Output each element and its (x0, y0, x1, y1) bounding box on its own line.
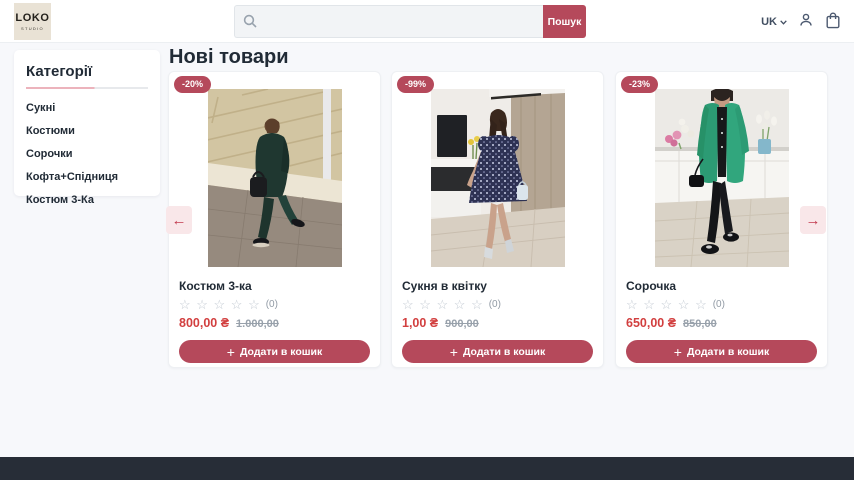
product-name[interactable]: Костюм 3-ка (179, 279, 370, 293)
product-photo-suit[interactable] (208, 89, 342, 267)
current-price: 800,00 ₴ (179, 316, 229, 330)
language-selector[interactable]: UK (761, 16, 787, 28)
store-logo[interactable]: LOKO STUDIO (14, 3, 51, 40)
discount-badge: -99% (397, 76, 434, 93)
header: LOKO STUDIO Пошук UK (0, 0, 854, 43)
user-icon (798, 12, 814, 31)
logo-title: LOKO (15, 13, 49, 24)
search-input[interactable] (234, 5, 543, 38)
categories-sidebar: Категорії Сукні Костюми Сорочки Кофта+Сп… (14, 50, 160, 196)
add-to-cart-button[interactable]: + Додати в кошик (402, 340, 593, 363)
add-to-cart-button[interactable]: + Додати в кошик (179, 340, 370, 363)
old-price: 1.000,00 (236, 318, 279, 330)
add-to-cart-label: Додати в кошик (687, 346, 769, 358)
product-photo-shirt[interactable] (655, 89, 789, 267)
product-rating: ☆ ☆ ☆ ☆ ☆ (0) (179, 298, 370, 311)
arrow-left-icon: ← (172, 213, 187, 228)
old-price: 900,00 (445, 318, 479, 330)
carousel-next-button[interactable]: → (800, 206, 826, 234)
account-button[interactable] (798, 12, 814, 31)
storefront-page: LOKO STUDIO Пошук UK (0, 0, 854, 480)
logo-subtitle: STUDIO (21, 26, 44, 31)
sidebar-title: Категорії (26, 63, 148, 80)
price-row: 1,00 ₴ 900,00 (402, 316, 593, 330)
discount-badge: -20% (174, 76, 211, 93)
language-label: UK (761, 16, 777, 28)
add-to-cart-label: Додати в кошик (463, 346, 545, 358)
search-bar: Пошук (234, 5, 586, 38)
sidebar-item-suits[interactable]: Костюми (26, 119, 148, 142)
product-card: -99% (391, 71, 604, 368)
add-to-cart-label: Додати в кошик (240, 346, 322, 358)
arrow-right-icon: → (806, 213, 821, 228)
discount-badge: -23% (621, 76, 658, 93)
star-rating-icons: ☆ ☆ ☆ ☆ ☆ (626, 298, 708, 311)
star-rating-icons: ☆ ☆ ☆ ☆ ☆ (179, 298, 261, 311)
product-name[interactable]: Сукня в квітку (402, 279, 593, 293)
product-card: -23% (615, 71, 828, 368)
sidebar-divider (26, 87, 148, 89)
sidebar-item-shirts[interactable]: Сорочки (26, 142, 148, 165)
product-name[interactable]: Сорочка (626, 279, 817, 293)
carousel-prev-button[interactable]: ← (166, 206, 192, 234)
rating-count: (0) (489, 299, 501, 310)
price-row: 800,00 ₴ 1.000,00 (179, 316, 370, 330)
chevron-down-icon (780, 16, 787, 28)
footer (0, 457, 854, 480)
add-to-cart-button[interactable]: + Додати в кошик (626, 340, 817, 363)
rating-count: (0) (713, 299, 725, 310)
shopping-bag-icon (825, 12, 841, 32)
page-title: Нові товари (169, 46, 288, 69)
current-price: 1,00 ₴ (402, 316, 438, 330)
star-rating-icons: ☆ ☆ ☆ ☆ ☆ (402, 298, 484, 311)
product-card: -20% Кос (168, 71, 381, 368)
price-row: 650,00 ₴ 850,00 (626, 316, 817, 330)
product-photo-dress[interactable] (431, 89, 565, 267)
sidebar-item-suit-3pc[interactable]: Костюм 3-Ка (26, 188, 148, 211)
search-icon (243, 14, 257, 33)
current-price: 650,00 ₴ (626, 316, 676, 330)
search-button[interactable]: Пошук (543, 5, 586, 38)
product-rating: ☆ ☆ ☆ ☆ ☆ (0) (626, 298, 817, 311)
cart-button[interactable] (825, 12, 841, 32)
old-price: 850,00 (683, 318, 717, 330)
sidebar-item-dresses[interactable]: Сукні (26, 96, 148, 119)
header-actions: UK (761, 0, 841, 43)
product-rating: ☆ ☆ ☆ ☆ ☆ (0) (402, 298, 593, 311)
sidebar-item-sweater-skirt[interactable]: Кофта+Спідниця (26, 165, 148, 188)
rating-count: (0) (266, 299, 278, 310)
